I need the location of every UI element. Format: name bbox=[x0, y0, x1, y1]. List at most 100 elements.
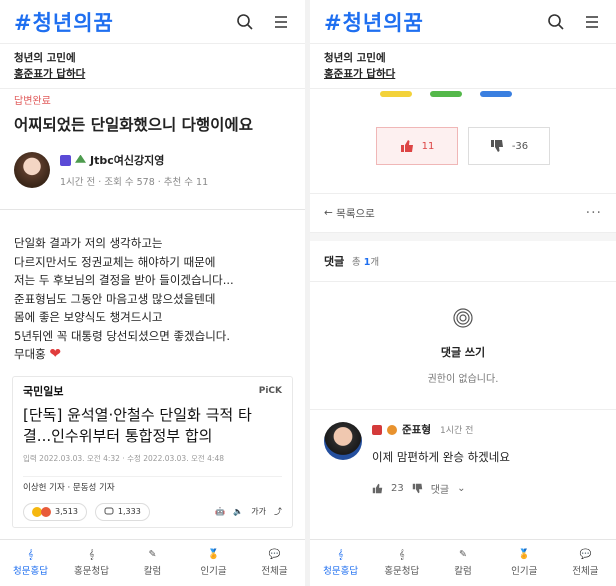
heart-icon: ❤ bbox=[49, 346, 62, 362]
arrow-left-icon[interactable]: ← bbox=[324, 207, 333, 219]
board-title[interactable]: 청년의 고민에 홍준표가 답하다 bbox=[0, 44, 305, 89]
top-header: #청년의꿈 bbox=[310, 0, 616, 44]
thumbs-down-icon[interactable] bbox=[412, 483, 423, 494]
comments-title: 댓글 bbox=[324, 255, 345, 268]
nav-label: 칼럼 bbox=[143, 566, 162, 577]
search-icon[interactable] bbox=[546, 12, 566, 32]
commenter-avatar[interactable] bbox=[324, 422, 362, 460]
body-line-last: 무대홍 ❤ bbox=[14, 345, 291, 364]
reaction-color-bars bbox=[310, 91, 616, 99]
news-headline-line: [단독] 윤석열·안철수 단일화 극적 타 bbox=[23, 405, 252, 424]
board-title-line2: 홍준표가 답하다 bbox=[324, 68, 396, 80]
bottom-nav: 𝄞 청문홍답 𝄞 홍문청답 ✎ 칼럼 🏅 인기글 💬 전체글 bbox=[310, 539, 616, 586]
thumbs-up-icon[interactable] bbox=[372, 483, 383, 494]
count-suffix: 개 bbox=[370, 257, 380, 268]
downvote-count: -36 bbox=[511, 140, 529, 152]
back-to-list-row: ← 목록으로 ··· bbox=[310, 193, 616, 233]
nav-item-popular[interactable]: 🏅 인기글 bbox=[494, 540, 555, 586]
body-line: 저는 두 후보님의 결정을 받아 들이겠습니다... bbox=[14, 273, 234, 287]
nav-item-hongmun[interactable]: 𝄞 홍문청답 bbox=[61, 540, 122, 586]
fingerprint-icon bbox=[453, 308, 473, 328]
comment-count: 1,333 bbox=[117, 507, 141, 516]
post-meta: 1시간 전 · 조회 수 578 · 추천 수 11 bbox=[60, 177, 209, 188]
reaction-count: 3,513 bbox=[55, 507, 78, 516]
audio-icon[interactable]: 🔈 bbox=[233, 507, 243, 516]
medal-icon: 🏅 bbox=[207, 549, 220, 560]
body-line: 준표형님도 그동안 마음고생 많으셨을텐데 bbox=[14, 291, 216, 306]
comments-count-text: 총 1개 bbox=[352, 257, 379, 268]
chat-icon: 💬 bbox=[579, 549, 592, 560]
nav-item-column[interactable]: ✎ 칼럼 bbox=[122, 540, 183, 586]
body-line: 5년뒤엔 꼭 대통령 당선되셨으면 좋겠습니다. bbox=[14, 328, 231, 343]
comment-write-title: 댓글 쓰기 bbox=[440, 346, 486, 359]
level-badge-icon bbox=[372, 424, 382, 435]
app-logo[interactable]: #청년의꿈 bbox=[14, 7, 114, 37]
body-line: 단일화 결과가 저의 생각하고는 bbox=[14, 236, 163, 250]
news-card[interactable]: 국민일보 PiCK [단독] 윤석열·안철수 단일화 극적 타 결...인수위부… bbox=[12, 375, 293, 528]
more-options-icon[interactable]: ··· bbox=[586, 205, 602, 221]
nav-item-cheongmun[interactable]: 𝄞 청문홍답 bbox=[310, 540, 371, 586]
board-title-line1: 청년의 고민에 bbox=[14, 52, 76, 64]
upvote-button[interactable]: 11 bbox=[376, 127, 458, 165]
comment-write-box[interactable]: 댓글 쓰기 권한이 없습니다. bbox=[310, 282, 616, 410]
comment-button[interactable]: 1,333 bbox=[94, 502, 150, 521]
comment-time: 1시간 전 bbox=[439, 426, 474, 436]
comments-header: 댓글 총 1개 bbox=[310, 241, 616, 282]
comments-pane: #청년의꿈 청년의 고민에 홍준표가 답하다 11 -36 ← 목록으로 ···… bbox=[310, 0, 616, 586]
nav-label: 전체글 bbox=[261, 566, 288, 577]
robot-icon[interactable]: 🤖 bbox=[215, 507, 225, 516]
news-date: 입력 2022.03.03. 오전 4:32 · 수정 2022.03.03. … bbox=[23, 453, 224, 463]
tree-badge-icon bbox=[75, 154, 86, 163]
app-logo[interactable]: #청년의꿈 bbox=[324, 7, 424, 37]
color-bar-yellow bbox=[380, 91, 412, 97]
emoji-icon bbox=[41, 506, 51, 517]
nav-item-column[interactable]: ✎ 칼럼 bbox=[432, 540, 493, 586]
nav-label: 홍문청답 bbox=[74, 566, 109, 577]
upvote-count: 11 bbox=[421, 140, 435, 152]
body-signature: 무대홍 bbox=[14, 347, 46, 361]
thumbs-up-icon bbox=[400, 140, 413, 152]
reaction-button[interactable]: 3,513 bbox=[23, 502, 87, 521]
post-body: 단일화 결과가 저의 생각하고는 다르지만서도 정권교체는 해야하기 때문에 저… bbox=[0, 210, 305, 364]
nav-item-all[interactable]: 💬 전체글 bbox=[244, 540, 305, 586]
body-line: 몸에 좋은 보양식도 챙겨드시고 bbox=[14, 310, 163, 324]
nav-item-hongmun[interactable]: 𝄞 홍문청답 bbox=[371, 540, 432, 586]
search-icon[interactable] bbox=[235, 12, 255, 32]
vote-buttons: 11 -36 bbox=[310, 127, 616, 165]
back-to-list-link[interactable]: 목록으로 bbox=[336, 206, 375, 221]
post-title: 어찌되었든 단일화했으니 다행이에요 bbox=[14, 116, 253, 134]
news-headline[interactable]: [단독] 윤석열·안철수 단일화 극적 타 결...인수위부터 통합정부 합의 bbox=[23, 405, 282, 447]
nav-label: 청문홍답 bbox=[323, 566, 359, 577]
level-badge-icon bbox=[60, 154, 71, 166]
menu-icon[interactable] bbox=[582, 12, 602, 32]
nav-item-popular[interactable]: 🏅 인기글 bbox=[183, 540, 244, 586]
nav-item-cheongmun[interactable]: 𝄞 청문홍답 bbox=[0, 540, 61, 586]
medal-icon: 🏅 bbox=[518, 549, 531, 560]
color-bar-green bbox=[430, 91, 462, 97]
bottom-nav: 𝄞 청문홍답 𝄞 홍문청답 ✎ 칼럼 🏅 인기글 💬 전체글 bbox=[0, 539, 305, 586]
share-icon[interactable]: ⤴ bbox=[274, 506, 282, 517]
commenter-name[interactable]: 준표형 bbox=[402, 422, 431, 437]
news-reporters: 이상헌 기자 · 문동성 기자 bbox=[23, 475, 282, 493]
section-gap bbox=[310, 233, 616, 241]
author-avatar[interactable] bbox=[14, 152, 50, 188]
count-prefix: 총 bbox=[351, 257, 361, 268]
reply-arrow-icon[interactable]: ⌄ bbox=[457, 483, 465, 494]
status-badge: 답변완료 bbox=[14, 96, 51, 107]
color-bar-blue bbox=[480, 91, 512, 97]
nav-item-all[interactable]: 💬 전체글 bbox=[555, 540, 616, 586]
nav-label: 인기글 bbox=[511, 566, 538, 577]
font-size-button[interactable]: 가가 bbox=[251, 506, 266, 517]
board-title[interactable]: 청년의 고민에 홍준표가 답하다 bbox=[310, 44, 616, 89]
reply-button[interactable]: 댓글 bbox=[431, 481, 449, 496]
body-line: 다르지만서도 정권교체는 해야하기 때문에 bbox=[14, 254, 216, 269]
news-publisher: 국민일보 bbox=[23, 384, 64, 398]
comment-text: 이제 맘편하게 완승 하겠네요 bbox=[372, 450, 510, 464]
pen-icon: ✎ bbox=[148, 549, 157, 560]
comment-like-count: 23 bbox=[391, 483, 404, 494]
nav-label: 인기글 bbox=[200, 566, 227, 577]
downvote-button[interactable]: -36 bbox=[468, 127, 550, 165]
author-name[interactable]: Jtbc여신강지영 bbox=[90, 152, 164, 168]
menu-icon[interactable] bbox=[271, 12, 291, 32]
ear-icon: 𝄞 bbox=[27, 549, 34, 560]
